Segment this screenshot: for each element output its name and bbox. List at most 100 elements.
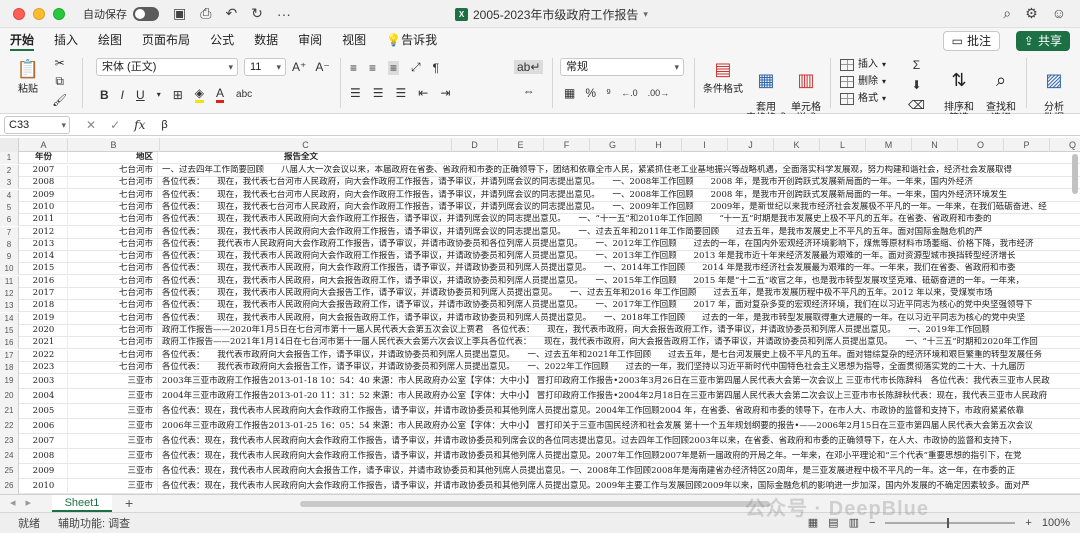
- zoom-slider[interactable]: [885, 517, 1016, 528]
- cell-report-text[interactable]: 各位代表： 现在，我代表市人民政府向大会作政府工作报告，请予审议，并请政协委员和…: [160, 251, 1072, 263]
- cell-region[interactable]: 三亚市: [68, 434, 158, 450]
- cell-region[interactable]: 七台河市: [68, 312, 158, 325]
- insert-function-icon[interactable]: fx: [134, 118, 145, 132]
- next-sheet-icon[interactable]: ▸: [26, 496, 32, 509]
- cell-year[interactable]: 2011: [20, 214, 68, 227]
- align-right-icon[interactable]: ☰: [396, 86, 407, 100]
- cell-region[interactable]: 七台河市: [68, 349, 158, 362]
- search-icon[interactable]: ⌕: [1003, 5, 1011, 22]
- cell-region[interactable]: 三亚市: [68, 449, 158, 465]
- column-header[interactable]: N: [912, 138, 958, 152]
- cell-region[interactable]: 三亚市: [68, 404, 158, 420]
- decrease-font-icon[interactable]: A⁻: [315, 60, 329, 74]
- more-icon[interactable]: ···: [277, 6, 291, 22]
- column-header[interactable]: L: [820, 138, 866, 152]
- phonetic-icon[interactable]: abc: [236, 89, 252, 100]
- zoom-level[interactable]: 100%: [1042, 517, 1070, 529]
- wrap-text-icon[interactable]: ab↵: [514, 60, 544, 74]
- cell-report-text[interactable]: 各位代表： 现在，我代表七台河市人民政府，向大会作政府工作报告，请予审议，并请列…: [160, 190, 1072, 202]
- align-bottom-icon[interactable]: ≡: [388, 60, 400, 75]
- align-left-icon[interactable]: ☰: [350, 86, 361, 100]
- row-number[interactable]: 25: [0, 464, 19, 480]
- column-header[interactable]: D: [452, 138, 498, 152]
- cell-year[interactable]: 2013: [20, 238, 68, 251]
- column-header[interactable]: Q: [1050, 138, 1080, 152]
- cut-icon[interactable]: ✂: [55, 56, 65, 70]
- cell-region[interactable]: 七台河市: [68, 361, 158, 374]
- bold-icon[interactable]: B: [100, 88, 109, 102]
- row-number[interactable]: 4: [0, 189, 19, 202]
- select-all-corner[interactable]: [0, 138, 19, 152]
- row-number[interactable]: 3: [0, 177, 19, 190]
- percent-icon[interactable]: %: [585, 86, 596, 100]
- decrease-indent-icon[interactable]: ⇤: [418, 86, 428, 100]
- row-number[interactable]: 24: [0, 449, 19, 465]
- cell-region[interactable]: 七台河市: [68, 324, 158, 337]
- header-region[interactable]: 地区: [68, 152, 158, 164]
- cell-region[interactable]: 七台河市: [68, 226, 158, 239]
- decrease-decimal-icon[interactable]: .00→: [648, 88, 670, 98]
- align-top-icon[interactable]: ≡: [350, 61, 357, 75]
- cell-report-text[interactable]: 各位代表：现在，我代表市人民政府向大会作政府工作报告，请予审议，并请市政协委员和…: [160, 434, 1072, 449]
- column-header[interactable]: M: [866, 138, 912, 152]
- cancel-icon[interactable]: ✕: [86, 118, 96, 132]
- cell-report-text[interactable]: 2003年三亚市政府工作报告2013-01-18 10：54：40 来源：市人民…: [160, 374, 1072, 389]
- copy-icon[interactable]: ⧉: [55, 74, 64, 89]
- zoom-out-icon[interactable]: −: [869, 517, 875, 529]
- cell-report-text[interactable]: 政府工作报告——2020年1月5日在七台河市第十一届人民代表大会第五次会议上贾君…: [160, 325, 1072, 337]
- cell-year[interactable]: 2009: [20, 464, 68, 480]
- comma-icon[interactable]: ⁹: [606, 86, 611, 100]
- row-number[interactable]: 14: [0, 312, 19, 325]
- cell-region[interactable]: 七台河市: [68, 177, 158, 190]
- accessibility-status[interactable]: 辅助功能: 调查: [58, 515, 130, 531]
- cell-year[interactable]: 2007: [20, 434, 68, 450]
- row-number[interactable]: 26: [0, 479, 19, 494]
- borders-icon[interactable]: ⊞: [173, 88, 183, 102]
- normal-view-icon[interactable]: ▦: [808, 516, 818, 529]
- cell-report-text[interactable]: 各位代表： 现在，我代表市人民政府向大会报告政府工作，请予审议，并请市政协委员和…: [160, 300, 1072, 312]
- cell-report-text[interactable]: 一、过去四年工作简要回顾 八届人大一次会议以来，本届政府在省委、省政府和市委的正…: [160, 165, 1072, 177]
- tab-draw[interactable]: 绘图: [98, 28, 122, 52]
- vertical-scrollbar[interactable]: [1072, 154, 1078, 194]
- row-number[interactable]: 7: [0, 226, 19, 239]
- cell-year[interactable]: 2018: [20, 300, 68, 313]
- cell-year[interactable]: 2019: [20, 312, 68, 325]
- row-number[interactable]: 22: [0, 419, 19, 435]
- comment-button[interactable]: ▭ 批注: [942, 31, 1000, 51]
- cell-report-text[interactable]: 2004年三亚市政府工作报告2013-01-20 11：31：52 来源：市人民…: [160, 389, 1072, 404]
- column-header[interactable]: J: [728, 138, 774, 152]
- number-format-select[interactable]: 常规: [560, 58, 684, 76]
- tab-review[interactable]: 审阅: [298, 28, 322, 52]
- header-text[interactable]: 报告全文: [160, 152, 1072, 164]
- cell-report-text[interactable]: 各位代表： 我代表市政府向大会报告工作，请予审议，并请政协委员和列席人员提出意见…: [160, 350, 1072, 362]
- cell-year[interactable]: 2009: [20, 189, 68, 202]
- formula-input[interactable]: β: [161, 119, 167, 131]
- cell-year[interactable]: 2008: [20, 177, 68, 190]
- cell-year[interactable]: 2017: [20, 288, 68, 300]
- cell-year[interactable]: 2005: [20, 404, 68, 420]
- tab-insert[interactable]: 插入: [54, 28, 78, 52]
- format-cells-button[interactable]: 格式 ▾: [840, 90, 886, 107]
- prev-sheet-icon[interactable]: ◂: [10, 496, 16, 509]
- sheet-tab-sheet1[interactable]: Sheet1: [52, 495, 112, 512]
- fill-color-icon[interactable]: ◈: [194, 86, 204, 103]
- cell-report-text[interactable]: 各位代表：现在，我代表市人民政府向大会报告工作，请予审议，并请市政协委员和其他列…: [160, 464, 1072, 479]
- print-icon[interactable]: ⎙: [200, 5, 211, 22]
- tab-view[interactable]: 视图: [342, 28, 366, 52]
- cell-year[interactable]: 2007: [20, 165, 68, 177]
- font-name-select[interactable]: 宋体 (正文): [96, 58, 238, 76]
- merge-center-icon[interactable]: ⇔: [523, 84, 535, 98]
- column-header[interactable]: E: [498, 138, 544, 152]
- column-header[interactable]: G: [590, 138, 636, 152]
- cell-report-text[interactable]: 各位代表： 现在，我代表七台河市人民政府，向大会作政府工作报告，请予审议，并请列…: [160, 202, 1072, 214]
- orientation-icon[interactable]: ⤢: [411, 60, 421, 75]
- row-number[interactable]: 23: [0, 434, 19, 450]
- paragraph-icon[interactable]: ¶: [433, 61, 439, 75]
- cell-report-text[interactable]: 各位代表： 现在，我代表市人民政府，向大会报告政府工作，请予审议，并请政协委员和…: [160, 276, 1072, 288]
- cell-year[interactable]: 2004: [20, 389, 68, 405]
- row-number[interactable]: 10: [0, 263, 19, 276]
- confirm-icon[interactable]: ✓: [110, 118, 120, 132]
- cell-report-text[interactable]: 各位代表： 我代表市人民政府向大会作政府工作报告，请予审议，并请市政协委员和各位…: [160, 239, 1072, 251]
- tab-formulas[interactable]: 公式: [210, 28, 234, 52]
- column-header[interactable]: P: [1004, 138, 1050, 152]
